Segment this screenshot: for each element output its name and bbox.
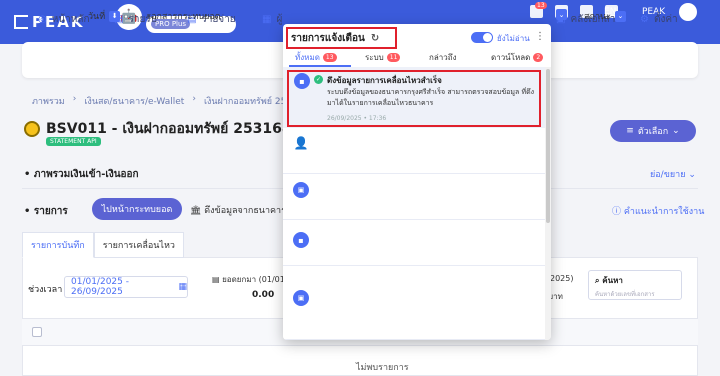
chevron-down-icon[interactable]: ⌄ xyxy=(614,10,626,22)
notification-item[interactable] xyxy=(283,128,545,174)
usage-advice-link[interactable]: ⓘ คำแนะนำการใช้งาน xyxy=(612,204,704,218)
contacts-icon: ▦ xyxy=(262,14,272,25)
unread-label: ยังไม่อ่าน xyxy=(497,34,530,43)
period-picker[interactable]: 01/01/2025 - 26/09/2025 ▦ xyxy=(64,276,188,298)
column-status[interactable]: สถานะ ⌄ xyxy=(584,9,626,23)
options-button[interactable]: ≡ ตัวเลือก ⌄ xyxy=(610,120,696,142)
empty-state: ไม่พบรายการ xyxy=(356,363,409,373)
notification-title: รายการแจ้งเตือน ↻ xyxy=(286,27,397,49)
tab-recorded[interactable]: รายการบันทึก xyxy=(22,232,94,258)
collapse-toggle[interactable]: ย่อ/ขยาย ⌄ xyxy=(650,167,696,181)
transaction-tabs: รายการบันทึก รายการเคลื่อนไหว xyxy=(22,232,184,258)
search-icon: ⌕ xyxy=(595,276,600,285)
robot-icon: ▪ xyxy=(293,232,309,248)
unread-toggle[interactable] xyxy=(471,32,493,43)
person-icon: 👤 xyxy=(293,136,309,150)
ntab-mentions[interactable]: กล่าวถึง xyxy=(429,51,456,64)
search-input[interactable]: ⌕ ค้นหา ค้นหาด้วยเลขที่เอกสาร xyxy=(588,270,682,300)
crumb-cash-bank[interactable]: เงินสด/ธนาคาร/e-Wallet xyxy=(84,94,184,108)
pull-bank-data-button[interactable]: 🏛 ดึงข้อมูลจากธนาคาร xyxy=(190,203,286,217)
notification-item[interactable] xyxy=(283,266,545,340)
transactions-heading: • รายการ xyxy=(24,206,68,217)
tab-movements[interactable]: รายการเคลื่อนไหว xyxy=(93,232,184,258)
period-label: ช่วงเวลา xyxy=(28,285,63,295)
check-icon: ✓ xyxy=(314,75,323,84)
bell-count-badge: 13 xyxy=(535,2,547,9)
select-all-checkbox[interactable] xyxy=(32,327,42,337)
ntab-all[interactable]: ทั้งหมด 13 xyxy=(295,51,337,64)
overview-heading: • ภาพรวมเงินเข้า-เงินออก xyxy=(24,169,139,180)
gear-icon: ⚙ xyxy=(640,14,649,25)
notification-heading: ดึงข้อมูลรายการเคลื่อนไหวสำเร็จ xyxy=(327,76,442,85)
user-avatar[interactable] xyxy=(679,3,697,21)
notification-item[interactable] xyxy=(283,220,545,266)
notification-item[interactable] xyxy=(283,174,545,220)
notification-panel: รายการแจ้งเตือน ↻ ยังไม่อ่าน ⋮ ทั้งหมด 13… xyxy=(283,24,551,340)
more-icon[interactable]: ⋮ xyxy=(535,31,545,42)
nav-home[interactable]: ◎ หน้าหลัก xyxy=(38,12,90,27)
nav-contacts[interactable]: ▦ ผู้ xyxy=(262,12,282,27)
home-icon: ◎ xyxy=(38,14,47,25)
bank-logo-icon xyxy=(24,121,40,137)
robot-icon: ▪ xyxy=(294,73,310,89)
ntab-downloads[interactable]: ดาวน์โหลด 2 xyxy=(491,51,544,64)
calendar-icon: ▦ xyxy=(178,282,187,292)
crumb-overview[interactable]: ภาพรวม xyxy=(32,94,65,108)
notification-tabs: ทั้งหมด 13 ระบบ 11 กล่าวถึง ดาวน์โหลด 2 xyxy=(283,48,551,66)
scrollbar-thumb[interactable] xyxy=(546,69,550,223)
ntab-system[interactable]: ระบบ 11 xyxy=(365,51,401,64)
column-doc: เอกสารกระทบยอด xyxy=(148,12,221,22)
opening-balance-value: 0.00 xyxy=(252,290,275,300)
opening-balance-label: ▤ ยอดยกมา (01/01/ xyxy=(212,275,288,284)
goto-reconcile-button[interactable]: ไปหน้ากระทบยอด xyxy=(92,198,182,220)
column-date[interactable]: วันที่ ⬇ xyxy=(88,9,121,23)
document-icon: ▣ xyxy=(293,290,309,306)
sort-icon[interactable]: ⬇ xyxy=(109,10,121,22)
breadcrumb: ภาพรวม › เงินสด/ธนาคาร/e-Wallet › เงินฝากอ… xyxy=(32,94,298,108)
column-amount-filter[interactable]: ⌄ xyxy=(556,9,567,20)
nav-settings[interactable]: ⚙ ตั้งค่า xyxy=(640,12,678,27)
notification-body: ระบบดึงข้อมูลของธนาคารกรุงศรีสำเร็จ สามา… xyxy=(327,88,535,107)
refresh-icon[interactable]: ↻ xyxy=(371,33,379,44)
notification-date: 26/09/2025 • 17:36 xyxy=(327,115,387,122)
closing-year-label: 2025) xyxy=(550,274,574,283)
statement-api-badge: STATEMENT API xyxy=(46,137,101,146)
document-icon: ▣ xyxy=(293,182,309,198)
chevron-down-icon[interactable]: ⌄ xyxy=(556,9,567,20)
menu-icon: ≡ xyxy=(626,126,634,136)
chevron-down-icon: ⌄ xyxy=(672,126,680,136)
